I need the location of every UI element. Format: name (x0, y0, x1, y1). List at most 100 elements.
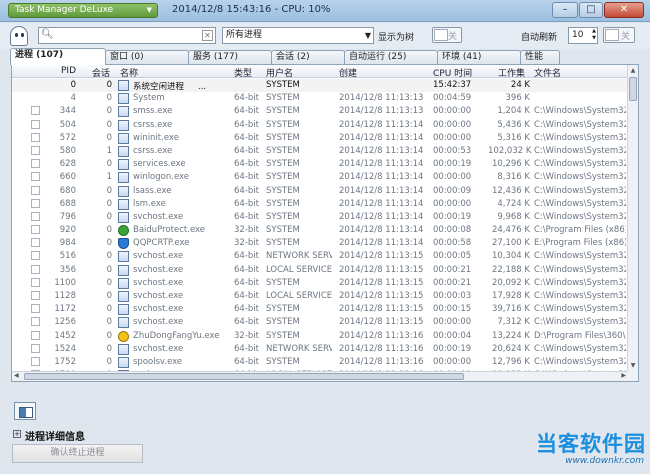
table-row[interactable]: 796 0 svchost.exe 64-bit SYSTEM 2014/12/8 11:… (12, 211, 628, 224)
row-checkbox[interactable] (31, 356, 40, 366)
process-filter-select[interactable]: 所有进程 ▼ (222, 27, 374, 44)
row-checkbox[interactable] (31, 198, 40, 208)
horizontal-scrollbar[interactable]: ◀ ▶ (12, 371, 628, 381)
cell-user: SYSTEM (266, 304, 300, 315)
cell-user: SYSTEM (266, 80, 300, 90)
tree-view-toggle[interactable]: 关 (432, 27, 462, 43)
cell-user: SYSTEM (266, 356, 300, 367)
row-checkbox[interactable] (31, 238, 40, 248)
table-row[interactable]: 1128 0 svchost.exe 64-bit LOCAL SERVICE 2014/… (12, 290, 628, 303)
row-checkbox[interactable] (31, 132, 40, 142)
row-checkbox[interactable] (31, 106, 40, 116)
search-box[interactable]: 🔍︎ ✕ (38, 27, 216, 44)
vertical-scroll-thumb[interactable] (629, 77, 637, 101)
close-button[interactable]: ✕ (604, 2, 644, 18)
end-process-button[interactable]: 确认终止进程 (12, 444, 143, 463)
app-menu-button[interactable]: Task Manager DeLuxe ▼ (8, 3, 158, 18)
table-row[interactable]: 516 0 svchost.exe 64-bit NETWORK SERVICE 2014… (12, 250, 628, 263)
table-row[interactable]: 504 0 csrss.exe 64-bit SYSTEM 2014/12/8 11:13… (12, 119, 628, 132)
cell-session: 0 (106, 159, 112, 170)
tab-performance[interactable]: 性能 (520, 50, 560, 64)
column-header-file[interactable]: 文件名 (534, 66, 561, 79)
row-checkbox[interactable] (31, 343, 40, 353)
row-checkbox[interactable] (31, 291, 40, 300)
table-row[interactable]: 660 1 winlogon.exe 64-bit SYSTEM 2014/12/8 11… (12, 171, 628, 184)
row-checkbox[interactable] (31, 145, 40, 155)
table-row[interactable]: 680 0 lsass.exe 64-bit SYSTEM 2014/12/8 11:13… (12, 185, 628, 198)
minimize-button[interactable]: – (552, 2, 578, 18)
window-app-icon (118, 172, 129, 184)
row-checkbox[interactable] (31, 159, 40, 169)
column-header-name[interactable]: 名称 (120, 66, 138, 79)
cell-user: SYSTEM (266, 119, 300, 130)
table-row[interactable]: 1100 0 svchost.exe 64-bit SYSTEM 2014/12/8 11… (12, 277, 628, 290)
table-row[interactable]: 4 0 System 64-bit SYSTEM 2014/12/8 11:13:13 00… (12, 92, 628, 105)
row-checkbox[interactable] (31, 119, 40, 129)
table-row[interactable]: 984 0 QQPCRTP.exe 32-bit SYSTEM 2014/12/8 11:… (12, 237, 628, 250)
row-checkbox[interactable] (31, 172, 40, 182)
table-row[interactable]: 1524 0 svchost.exe 64-bit NETWORK SERVICE 201… (12, 343, 628, 356)
row-checkbox[interactable] (31, 251, 40, 261)
tab-sessions[interactable]: 会话 (2) (271, 50, 345, 64)
row-checkbox[interactable] (31, 330, 40, 340)
row-checkbox[interactable] (31, 185, 40, 195)
row-checkbox[interactable] (31, 277, 40, 287)
spinner-arrows-icon[interactable]: ▲ ▼ (592, 28, 596, 42)
clear-search-button[interactable]: ✕ (202, 30, 213, 41)
table-row[interactable]: 356 0 svchost.exe 64-bit LOCAL SERVICE 2014/1… (12, 264, 628, 277)
chevron-down-icon: ▼ (364, 31, 371, 40)
tab-services[interactable]: 服务 (177) (188, 50, 272, 64)
cell-type: 64-bit (234, 264, 259, 275)
tab-windows[interactable]: 窗口 (0) (105, 50, 189, 64)
cell-cpu-time: 00:00:00 (433, 106, 472, 117)
table-row[interactable]: 572 0 wininit.exe 64-bit SYSTEM 2014/12/8 11:… (12, 132, 628, 145)
split-pane-button[interactable] (14, 402, 36, 420)
column-header-created[interactable]: 创建 (339, 66, 357, 79)
chevron-down-icon: ▼ (146, 6, 152, 14)
table-row[interactable]: 1752 0 spoolsv.exe 64-bit SYSTEM 2014/12/8 11… (12, 356, 628, 369)
row-checkbox[interactable] (31, 304, 40, 314)
cell-session: 0 (106, 343, 112, 354)
cell-name: smss.exe (133, 106, 233, 116)
refresh-interval-spinner[interactable]: 10 ▲ ▼ (568, 27, 598, 44)
column-header-cpu-time[interactable]: CPU 时间 (433, 66, 472, 79)
cell-pid: 1256 (54, 317, 76, 328)
cell-file: C:\Windows\System32\sv (534, 343, 626, 354)
row-checkbox[interactable] (31, 264, 40, 274)
search-input[interactable] (53, 29, 199, 42)
table-row[interactable]: 628 0 services.exe 64-bit SYSTEM 2014/12/8 11… (12, 158, 628, 171)
table-row[interactable]: 580 1 csrss.exe 64-bit SYSTEM 2014/12/8 11:13… (12, 145, 628, 158)
table-row[interactable]: 1256 0 svchost.exe 64-bit SYSTEM 2014/12/8 11… (12, 316, 628, 329)
column-header-pid[interactable]: PID (61, 66, 76, 76)
tab-environment[interactable]: 环境 (41) (437, 50, 521, 64)
scroll-up-icon[interactable]: ▲ (628, 65, 638, 76)
table-row[interactable]: 1452 0 ZhuDongFangYu.exe 32-bit SYSTEM 2014/1… (12, 330, 628, 343)
horizontal-scroll-thumb[interactable] (24, 373, 464, 380)
vertical-scrollbar[interactable]: ▲ ▼ (627, 65, 638, 381)
table-row[interactable]: 0 0 系统空闲进程... SYSTEM 15:42:37 24 K (12, 79, 628, 93)
tab-processes[interactable]: 进程 (107) (10, 48, 106, 65)
column-header-session[interactable]: 会话 (92, 66, 110, 79)
column-header-working-set[interactable]: 工作集 (498, 66, 525, 79)
column-header-type[interactable]: 类型 (234, 66, 252, 79)
table-row[interactable]: 688 0 lsm.exe 64-bit SYSTEM 2014/12/8 11:13:1… (12, 198, 628, 211)
scroll-right-icon[interactable]: ▶ (621, 372, 626, 379)
ghost-icon[interactable] (10, 26, 28, 46)
row-checkbox[interactable] (31, 225, 40, 235)
table-row[interactable]: 1172 0 svchost.exe 64-bit SYSTEM 2014/12/8 11… (12, 303, 628, 316)
scroll-left-icon[interactable]: ◀ (14, 372, 19, 379)
table-row[interactable]: 920 0 BaiduProtect.exe 32-bit SYSTEM 2014/12/… (12, 224, 628, 237)
tab-autorun[interactable]: 自动运行 (25) (344, 50, 438, 64)
column-header-user[interactable]: 用户名 (266, 66, 293, 79)
row-checkbox[interactable] (31, 211, 40, 221)
auto-refresh-toggle[interactable]: 关 (603, 27, 635, 43)
scroll-down-icon[interactable]: ▼ (628, 360, 638, 371)
cell-user: SYSTEM (266, 198, 300, 209)
cell-name-text: svchost.exe (133, 277, 184, 288)
cell-file: C:\Windows\System32\cs (534, 145, 626, 156)
expand-icon[interactable]: + (13, 430, 21, 438)
maximize-button[interactable]: □ (579, 2, 603, 18)
row-checkbox[interactable] (31, 317, 40, 327)
process-list[interactable]: PID 会话 名称 类型 用户名 创建 CPU 时间 工作集 文件名 0 0 系统空… (11, 64, 639, 382)
table-row[interactable]: 344 0 smss.exe 64-bit SYSTEM 2014/12/8 11:13:… (12, 105, 628, 118)
